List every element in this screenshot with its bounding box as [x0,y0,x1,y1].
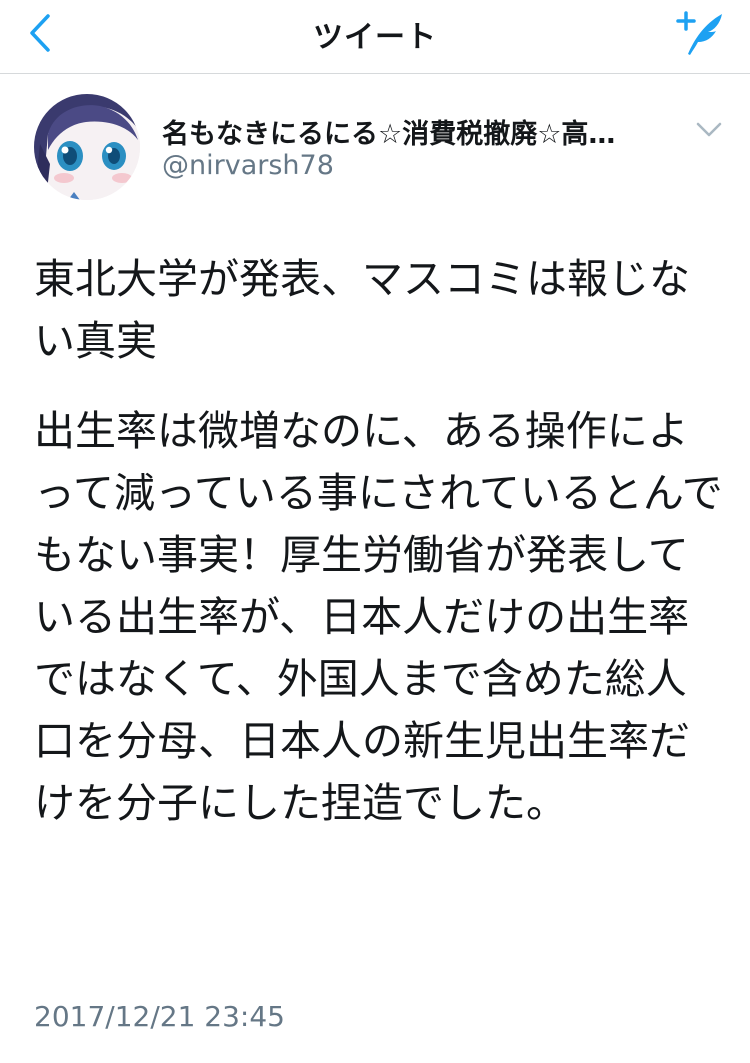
avatar[interactable] [34,94,140,200]
avatar-image [34,94,140,200]
page-title: ツイート [313,20,437,55]
compose-tweet-icon [676,11,722,55]
tweet-text: 東北大学が発表、マスコミは報じない真実 出生率は微増なのに、ある操作によって減っ… [34,248,724,834]
compose-tweet-button[interactable] [674,6,728,60]
author-handle[interactable]: @nirvarsh78 [162,150,334,181]
chevron-down-icon[interactable] [694,118,724,142]
tweet-timestamp: 2017/12/21 23:45 [34,1000,285,1033]
tweet-paragraph: 出生率は微増なのに、ある操作によって減っている事にされているとんでもない事実！厚… [34,407,723,827]
author-display-name[interactable]: 名もなきにるにる☆消費税撤廃☆高… [162,112,687,151]
nav-bar: ツイート [0,0,750,74]
tweet-paragraph: 東北大学が発表、マスコミは報じない真実 [34,255,690,365]
